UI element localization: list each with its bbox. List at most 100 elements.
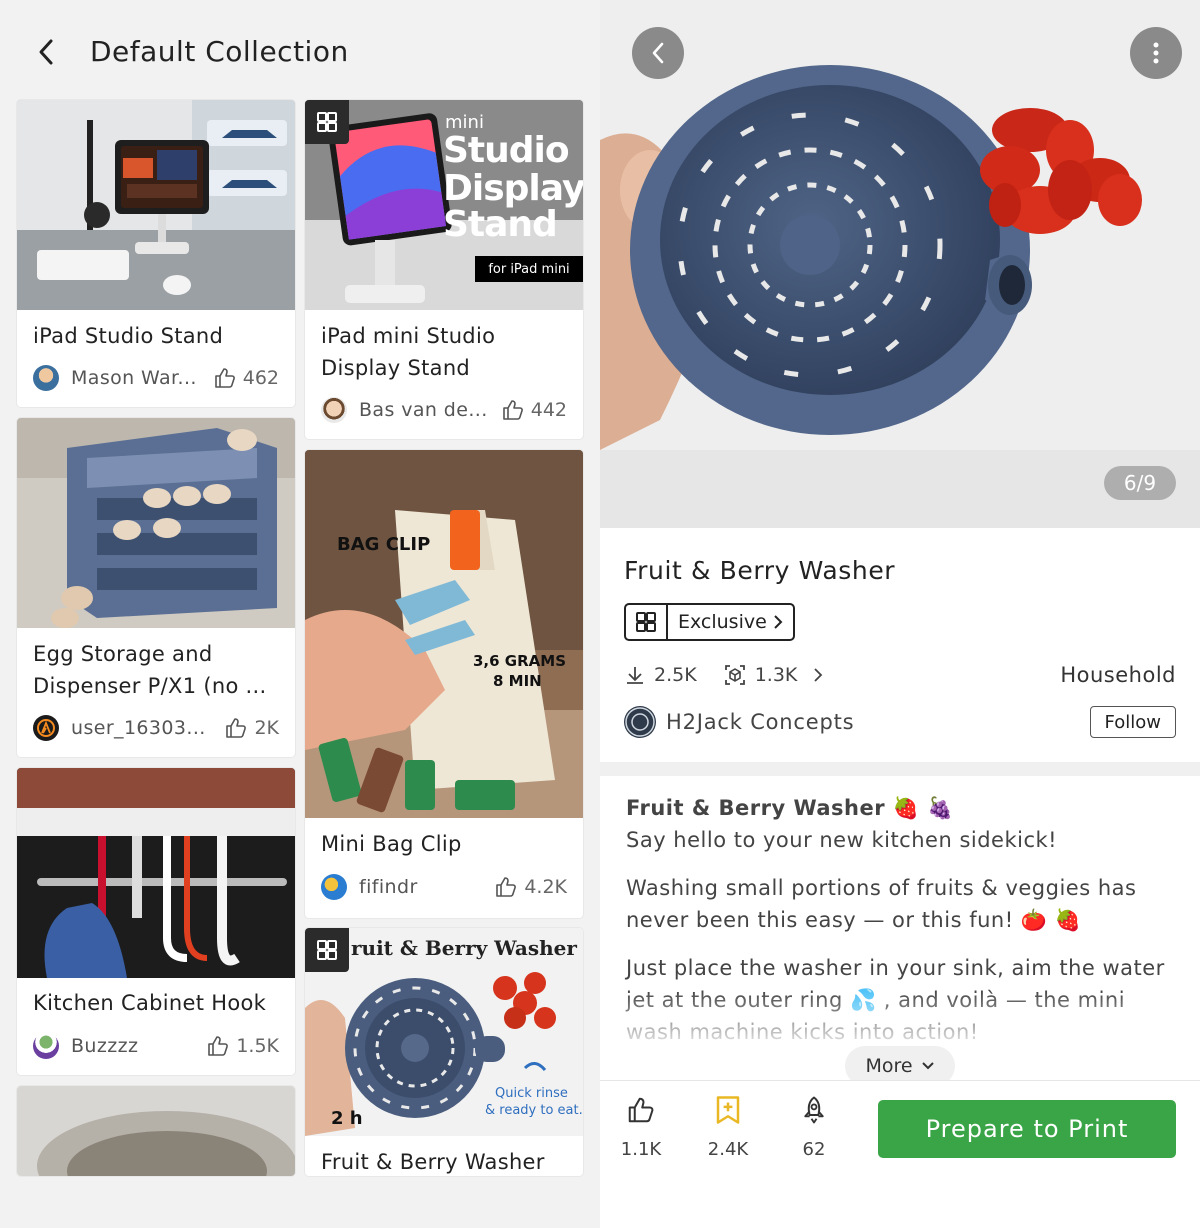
prepare-to-print-button[interactable]: Prepare to Print <box>878 1100 1176 1158</box>
like-count-value: 1.5K <box>236 1035 279 1057</box>
exclusive-chip[interactable]: Exclusive <box>624 603 795 641</box>
thumb-text-bag-clip: BAG CLIP <box>337 534 431 555</box>
thumbs-up-icon <box>496 877 517 897</box>
avatar <box>321 397 347 423</box>
card-title-line2: Display Stand <box>321 356 471 380</box>
cube-logo-icon <box>626 605 668 639</box>
author-name: user_16303... <box>71 717 206 739</box>
h2jack-logo-icon <box>625 707 655 737</box>
thumbs-up-icon <box>226 718 247 738</box>
like-count[interactable]: 462 <box>213 366 279 390</box>
card-meta: Bas van de... 442 <box>321 397 567 423</box>
model-card-partial[interactable] <box>17 1086 295 1176</box>
thumbs-up-icon <box>502 400 523 420</box>
card-meta: user_16303... 2K <box>33 715 279 741</box>
card-title: Mini Bag Clip <box>321 832 462 856</box>
thumbnail: mini Studio Display Stand for iPad mini <box>305 100 583 310</box>
thumbnail <box>17 768 295 978</box>
chevron-down-icon <box>921 1062 934 1070</box>
like-action[interactable]: 1.1K <box>606 1095 676 1160</box>
author-name: Buzzzz <box>71 1035 139 1057</box>
chevron-left-icon <box>652 42 664 64</box>
chevron-right-icon <box>814 668 823 682</box>
model-card-mini-bag-clip[interactable]: BAG CLIP 3,6 GRAMS 8 MIN Mini Bag Clip f… <box>305 450 583 918</box>
avatar <box>321 874 347 900</box>
thumb-banner: ruit & Berry Washer <box>351 936 577 960</box>
exclusive-label: Exclusive <box>678 611 767 633</box>
model-card-kitchen-hook[interactable]: Kitchen Cabinet Hook Buzzzz 1.5K <box>17 768 295 1075</box>
collect-count: 2.4K <box>707 1139 749 1160</box>
cube-print-icon <box>724 665 745 685</box>
like-count-value: 2K <box>254 717 279 739</box>
thumbnail: BAG CLIP 3,6 GRAMS 8 MIN <box>305 450 583 818</box>
action-bar: 1.1K 2.4K 62 Prepare to Print <box>600 1080 1200 1228</box>
model-card-ipad-mini-stand[interactable]: mini Studio Display Stand for iPad mini … <box>305 100 583 439</box>
avatar <box>33 1033 59 1059</box>
author-name[interactable]: H2Jack Concepts <box>666 710 1090 734</box>
card-title: Fruit & Berry Washer <box>321 1150 545 1174</box>
exclusive-badge <box>305 928 349 972</box>
back-button[interactable] <box>28 34 64 70</box>
like-count-value: 4.2K <box>524 876 567 898</box>
collection-pane: Default Collection iPad Studio Stand Mas… <box>0 0 600 1228</box>
like-count[interactable]: 1.5K <box>206 1034 279 1058</box>
like-count: 1.1K <box>620 1139 662 1160</box>
description-line-1: Say hello to your new kitchen sidekick! <box>626 828 1058 852</box>
author-name: Mason War... <box>71 367 197 389</box>
cube-logo-icon <box>317 112 337 132</box>
card-meta: Mason War... 462 <box>33 365 279 391</box>
kebab-menu-icon <box>1153 42 1159 64</box>
thumb-tag: for iPad mini <box>475 256 583 282</box>
cube-logo-icon <box>317 940 337 960</box>
page-title: Default Collection <box>90 35 349 68</box>
collect-action[interactable]: 2.4K <box>693 1095 763 1160</box>
card-meta: fifindr 4.2K <box>321 874 567 900</box>
download-icon <box>627 667 643 684</box>
thumb-text-studio: Studio <box>443 130 570 171</box>
prints-stat[interactable]: 1.3K <box>723 663 824 687</box>
model-card-fruit-berry-washer[interactable]: ruit & Berry Washer Quick rinse & ready … <box>305 928 583 1176</box>
like-count[interactable]: 442 <box>501 398 567 422</box>
exclusive-badge <box>305 100 349 144</box>
bookmark-plus-icon <box>716 1096 740 1124</box>
thumb-rinse-2: & ready to eat. <box>485 1103 583 1118</box>
lambda-logo-icon <box>37 719 55 737</box>
downloads-count: 2.5K <box>654 664 697 686</box>
like-count[interactable]: 4.2K <box>494 875 567 899</box>
thumbnail <box>17 1086 295 1176</box>
more-options-button[interactable] <box>1130 27 1182 79</box>
chevron-right-icon <box>774 615 783 629</box>
back-button[interactable] <box>632 27 684 79</box>
thumbs-up-icon <box>628 1097 654 1123</box>
boost-count: 62 <box>802 1139 826 1160</box>
thumbnail <box>17 100 295 310</box>
model-card-ipad-studio-stand[interactable]: iPad Studio Stand Mason War... 462 <box>17 100 295 407</box>
description-paragraph-2: Washing small portions of fruits & veggi… <box>626 876 1137 932</box>
model-detail-pane: 6/9 Fruit & Berry Washer Exclusive 2.5K … <box>600 0 1200 1228</box>
author-name: Bas van de... <box>359 399 488 421</box>
rocket-icon <box>804 1096 824 1124</box>
more-label: More <box>865 1055 913 1077</box>
description-fade <box>600 990 1200 1050</box>
model-image-carousel[interactable]: 6/9 <box>600 0 1200 528</box>
model-title: Fruit & Berry Washer <box>624 556 896 585</box>
like-count-value: 442 <box>530 399 567 421</box>
like-count-value: 462 <box>242 367 279 389</box>
model-photo <box>600 0 1200 528</box>
model-card-egg-storage[interactable]: Egg Storage and Dispenser P/X1 (no ... u… <box>17 418 295 757</box>
chevron-left-icon <box>39 39 53 65</box>
follow-button[interactable]: Follow <box>1089 706 1176 738</box>
model-stats: 2.5K 1.3K Household <box>624 660 1176 690</box>
author-avatar[interactable] <box>624 706 656 738</box>
avatar <box>33 365 59 391</box>
boost-action[interactable]: 62 <box>779 1095 849 1160</box>
like-count[interactable]: 2K <box>224 716 279 740</box>
category-label[interactable]: Household <box>1060 663 1176 687</box>
model-info: Fruit & Berry Washer Exclusive 2.5K 1.3K… <box>600 528 1200 762</box>
description-heading: Fruit & Berry Washer 🍓 🍇 <box>626 796 954 820</box>
card-meta: Buzzzz 1.5K <box>33 1033 279 1059</box>
thumbnail <box>17 418 295 628</box>
card-title-line1: iPad mini Studio <box>321 324 496 348</box>
thumb-text-stand: Stand <box>443 204 558 245</box>
card-title: iPad Studio Stand <box>33 324 224 348</box>
